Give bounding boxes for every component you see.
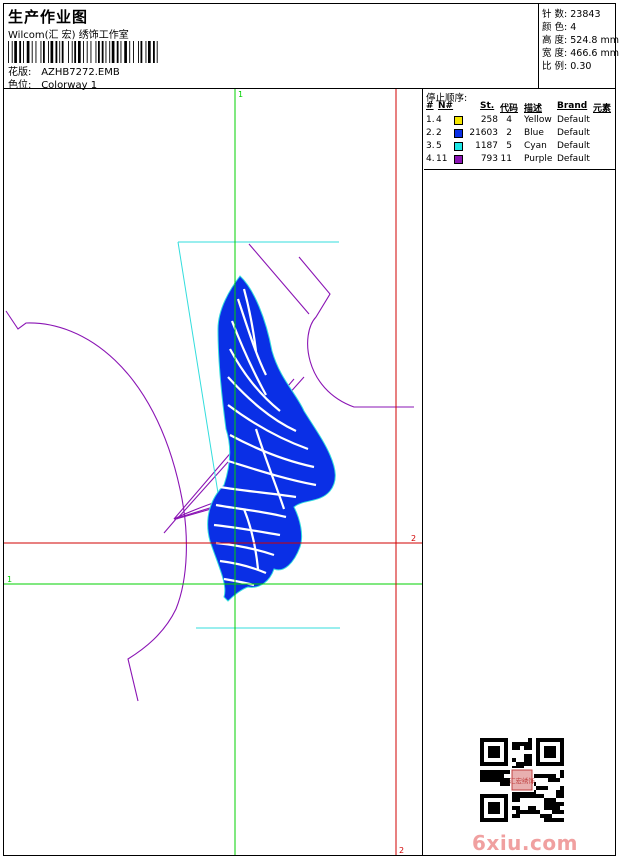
stop-row: 3. 5 1187 5 Cyan Default <box>424 141 615 154</box>
stop-row: 1. 4 258 4 Yellow Default <box>424 115 615 128</box>
color-swatch <box>454 129 463 138</box>
row-code: 2 <box>506 128 512 138</box>
row-code: 11 <box>500 154 512 164</box>
row-desc: Blue <box>524 128 544 138</box>
row-needle: 2 <box>436 128 442 138</box>
green-axes <box>4 89 422 855</box>
row-code: 4 <box>506 115 512 125</box>
qr-code: 汇宏绣饰 <box>480 738 564 822</box>
row-needle: 5 <box>436 141 442 151</box>
color-swatch <box>454 116 463 125</box>
wing-design <box>207 275 336 602</box>
stop-row: 2. 2 21603 2 Blue Default <box>424 128 615 141</box>
stat-colors: 颜 色: 4 <box>542 22 577 33</box>
row-brand: Default <box>557 115 590 125</box>
row-code: 5 <box>506 141 512 151</box>
col-code: 代码 <box>500 104 519 114</box>
stat-stitches: 针 数: 23843 <box>542 9 601 20</box>
barcode <box>8 41 158 63</box>
design-canvas: 1 1 2 2 <box>4 89 423 855</box>
col-n: N# <box>438 101 454 111</box>
seal-text: 汇宏绣饰 <box>509 776 535 785</box>
col-brand: Brand <box>557 101 588 111</box>
stat-height: 高 度: 524.8 mm <box>542 35 619 46</box>
stat-scale: 比 例: 0.30 <box>542 61 592 72</box>
stop-row: 4. 11 793 11 Purple Default <box>424 154 615 167</box>
stop-sequence-panel: 停止顺序: # N# St. 代码 描述 Brand 元素 1. 4 258 4 Yel… <box>424 89 615 855</box>
col-stitches: St. <box>480 101 495 111</box>
row-seq: 3. <box>426 141 435 151</box>
side-divider <box>424 169 615 170</box>
row-brand: Default <box>557 154 590 164</box>
stop-table-header: # N# St. 代码 描述 Brand 元素 <box>424 101 615 114</box>
col-seq: # <box>426 101 434 111</box>
color-swatch <box>454 142 463 151</box>
marker-1-top: 1 <box>238 90 243 99</box>
row-desc: Purple <box>524 154 553 164</box>
row-seq: 2. <box>426 128 435 138</box>
row-needle: 11 <box>436 154 448 164</box>
header-info: 生产作业图 Wilcom(汇 宏) 绣饰工作室 花版: AZHB7272.EMB… <box>4 4 539 91</box>
stats-panel: 针 数: 23843 颜 色: 4 高 度: 524.8 mm 宽 度: 466… <box>539 4 619 88</box>
purple-outline <box>5 243 414 702</box>
marker-2-right: 2 <box>411 534 416 543</box>
red-frame <box>4 89 422 855</box>
row-desc: Cyan <box>524 141 547 151</box>
marker-1-left: 1 <box>7 575 12 584</box>
embroidery-preview: 1 1 2 2 <box>4 89 422 855</box>
page-title: 生产作业图 <box>8 8 89 26</box>
marker-2-bottom: 2 <box>399 846 404 855</box>
stat-width: 宽 度: 466.6 mm <box>542 48 619 59</box>
watermark-logo: 6xiu.com <box>472 831 578 855</box>
row-seq: 4. <box>426 154 435 164</box>
col-element: 元素 <box>593 104 612 114</box>
row-brand: Default <box>557 141 590 151</box>
company-name: Wilcom(汇 宏) 绣饰工作室 <box>8 30 129 41</box>
color-swatch <box>454 155 463 164</box>
row-brand: Default <box>557 128 590 138</box>
row-seq: 1. <box>426 115 435 125</box>
row-needle: 4 <box>436 115 442 125</box>
col-desc: 描述 <box>524 104 543 114</box>
row-desc: Yellow <box>524 115 552 125</box>
